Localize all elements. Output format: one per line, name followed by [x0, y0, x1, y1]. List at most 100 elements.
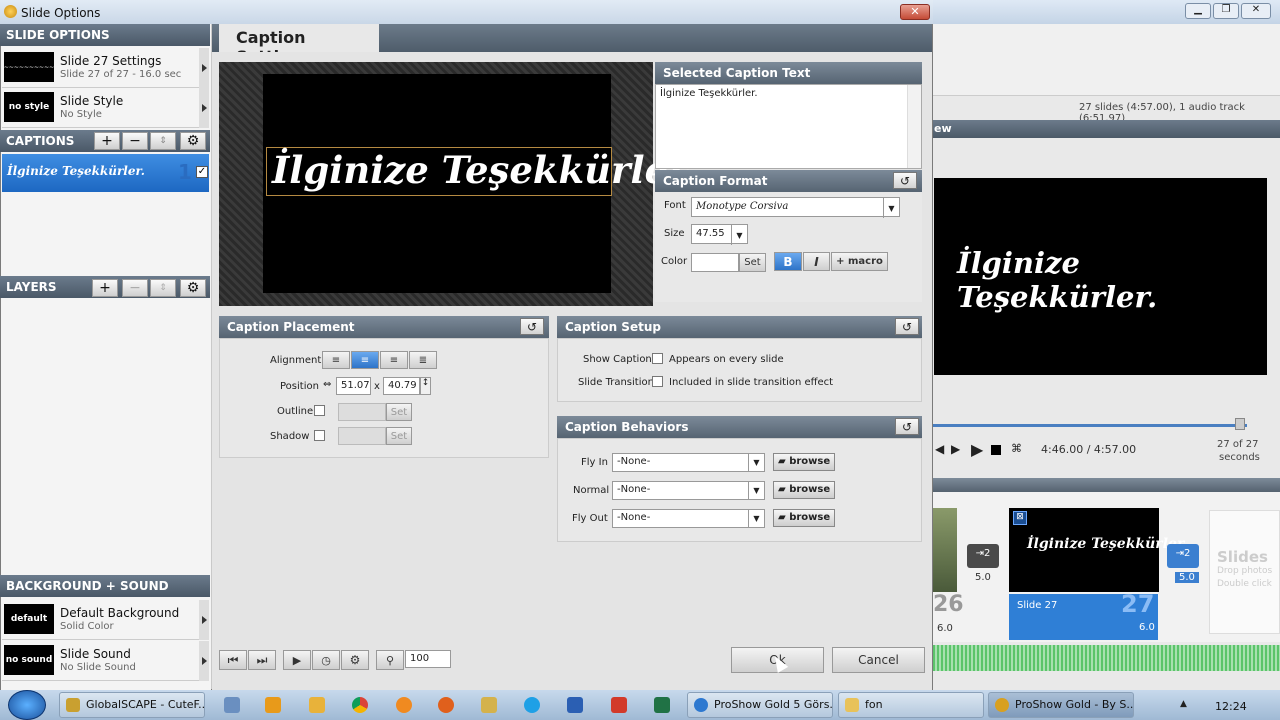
normal-select[interactable]: -None- ▼: [612, 481, 765, 500]
quicklaunch-outlook-icon[interactable]: [265, 697, 281, 713]
quicklaunch-chrome-icon[interactable]: [352, 697, 368, 713]
alignment-label: Alignment: [270, 355, 322, 366]
slide-settings-item[interactable]: ~~~~~~~~~~ Slide 27 Settings Slide 27 of…: [2, 48, 209, 88]
align-right-button[interactable]: ≡: [380, 351, 408, 369]
fullscreen-icon[interactable]: ⌘: [1011, 442, 1022, 455]
clock-icon[interactable]: ◷: [312, 650, 340, 670]
transition-1[interactable]: ⇥2: [967, 544, 999, 568]
caption-text-area[interactable]: İlginize Teşekkürler.: [655, 84, 922, 169]
outline-set-button[interactable]: Set: [386, 403, 412, 421]
zoom-value: 100: [410, 653, 430, 664]
font-label: Font: [664, 200, 686, 211]
fly-out-browse-button[interactable]: ▰ browse: [773, 509, 836, 527]
prev-icon[interactable]: ◀: [935, 442, 944, 456]
align-center-button[interactable]: ≡: [351, 351, 379, 369]
position-y-input[interactable]: 40.79: [383, 377, 420, 395]
background-item[interactable]: default Default Background Solid Color: [2, 600, 209, 640]
gear-icon[interactable]: ⚙: [341, 650, 369, 670]
slide-style-title: Slide Style: [60, 94, 124, 108]
outline-checkbox[interactable]: [314, 405, 325, 416]
drop-hint: Drop photos: [1217, 566, 1273, 576]
italic-button[interactable]: I: [803, 252, 830, 271]
slide-transition-checkbox[interactable]: [652, 376, 663, 387]
caption-settings-gear-icon[interactable]: ⚙: [180, 132, 206, 150]
add-layer-button[interactable]: +: [92, 279, 118, 297]
align-justify-button[interactable]: ≣: [409, 351, 437, 369]
start-button[interactable]: [8, 690, 46, 720]
show-caption-checkbox[interactable]: [652, 353, 663, 364]
outline-color-swatch[interactable]: [338, 403, 386, 421]
add-caption-button[interactable]: +: [94, 132, 120, 150]
quicklaunch-orange-icon[interactable]: [396, 697, 412, 713]
next-frame-icon[interactable]: ▶: [951, 442, 960, 456]
fly-in-select[interactable]: -None- ▼: [612, 453, 765, 472]
normal-browse-button[interactable]: ▰ browse: [773, 481, 836, 499]
position-x-input[interactable]: 51.07: [336, 377, 371, 395]
last-slide-button[interactable]: ⏭: [248, 650, 276, 670]
format-reset-button[interactable]: ↺: [893, 172, 917, 189]
first-slide-button[interactable]: ⏮: [219, 650, 247, 670]
quicklaunch-tool-icon[interactable]: [481, 697, 497, 713]
position-x-value: 51.07: [341, 380, 370, 391]
taskbar-item-globalscape[interactable]: GlobalSCAPE - CuteF...: [59, 692, 205, 718]
quicklaunch-skype-icon[interactable]: [524, 697, 540, 713]
tray-arrow-icon[interactable]: ▲: [1180, 699, 1187, 709]
fly-in-browse-button[interactable]: ▰ browse: [773, 453, 836, 471]
color-set-button[interactable]: Set: [739, 253, 766, 272]
reorder-caption-button[interactable]: ⇕: [150, 132, 176, 150]
macro-button[interactable]: + macro: [831, 252, 888, 271]
transition-2[interactable]: ⇥2: [1167, 544, 1199, 568]
slider-handle[interactable]: [1235, 418, 1245, 430]
quicklaunch-firefox-icon[interactable]: [438, 697, 454, 713]
caption-visible-checkbox[interactable]: ✓: [196, 166, 208, 178]
remove-layer-button[interactable]: −: [122, 279, 148, 297]
font-select[interactable]: Monotype Corsiva ▼: [691, 197, 900, 218]
text-scrollbar[interactable]: [907, 85, 921, 168]
position-spinner-icon[interactable]: ↕: [420, 377, 431, 395]
color-label: Color: [661, 256, 688, 267]
slide-27-caption: İlginize Teşekkürler.: [1027, 536, 1188, 552]
taskbar-item-proshow-ie[interactable]: ProShow Gold 5 Görs...: [687, 692, 833, 718]
cancel-button[interactable]: Cancel: [832, 647, 925, 673]
preview-caption-text[interactable]: İlginize Teşekkürler.: [272, 148, 697, 192]
remove-caption-button[interactable]: −: [122, 132, 148, 150]
stop-icon[interactable]: [991, 445, 1001, 455]
slide-27-check-icon[interactable]: ⊠: [1013, 511, 1027, 525]
playback-slider[interactable]: [933, 424, 1247, 427]
close-button-bg[interactable]: ✕: [1241, 3, 1271, 19]
tab-caption-settings[interactable]: Caption Settings: [219, 24, 379, 66]
size-select[interactable]: 47.55 ▼: [691, 224, 748, 245]
fly-out-select[interactable]: -None- ▼: [612, 509, 765, 528]
slide-style-item[interactable]: no style Slide Style No Style: [2, 88, 209, 128]
play-icon[interactable]: ▶: [971, 440, 983, 459]
shadow-color-swatch[interactable]: [338, 427, 386, 445]
caption-list-item[interactable]: İlginize Teşekkürler. 1 ✓: [2, 154, 209, 192]
maximize-button[interactable]: ❐: [1213, 3, 1239, 19]
minimize-button[interactable]: ▁: [1185, 3, 1211, 19]
align-left-button[interactable]: ≡: [322, 351, 350, 369]
behaviors-reset-button[interactable]: ↺: [895, 418, 919, 435]
sound-item[interactable]: no sound Slide Sound No Slide Sound: [2, 641, 209, 681]
play-button[interactable]: ▶: [283, 650, 311, 670]
quicklaunch-excel-icon[interactable]: [654, 697, 670, 713]
taskbar-item-fon[interactable]: fon: [838, 692, 984, 718]
setup-reset-button[interactable]: ↺: [895, 318, 919, 335]
layer-settings-gear-icon[interactable]: ⚙: [180, 279, 206, 297]
bold-button[interactable]: B: [774, 252, 802, 271]
quicklaunch-media-icon[interactable]: [309, 697, 325, 713]
color-swatch[interactable]: [691, 253, 739, 272]
reorder-layer-button[interactable]: ⇕: [150, 279, 176, 297]
slide-26-thumb[interactable]: [933, 508, 957, 592]
shadow-set-button[interactable]: Set: [386, 427, 412, 445]
zoom-icon[interactable]: ⚲: [376, 650, 404, 670]
fly-out-browse-label: browse: [789, 512, 831, 523]
shadow-checkbox[interactable]: [314, 430, 325, 441]
quicklaunch-pdf-icon[interactable]: [611, 697, 627, 713]
quicklaunch-app-icon[interactable]: [224, 697, 240, 713]
quicklaunch-word-icon[interactable]: [567, 697, 583, 713]
placement-reset-button[interactable]: ↺: [520, 318, 544, 335]
close-button[interactable]: ✕: [900, 4, 930, 20]
chevron-right-icon: [199, 641, 209, 681]
taskbar-item-proshow[interactable]: ProShow Gold - By S...: [988, 692, 1134, 718]
zoom-input[interactable]: 100: [405, 650, 451, 668]
